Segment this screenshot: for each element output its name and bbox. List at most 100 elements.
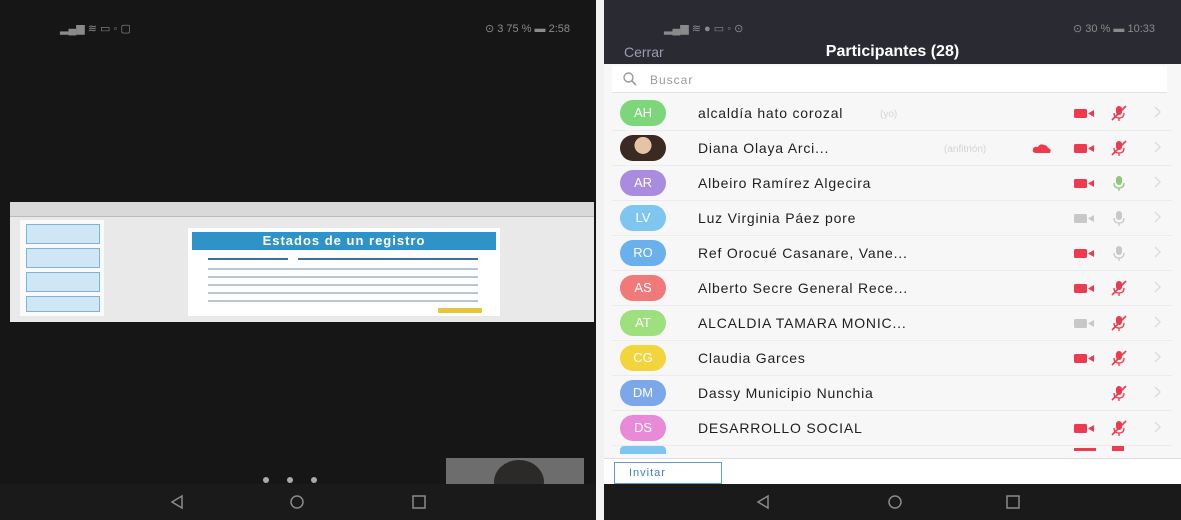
slide-thumbnail [26, 272, 100, 292]
back-icon[interactable] [754, 493, 772, 511]
participant-row[interactable]: RO Ref Orocué Casanare, Vane... [612, 235, 1172, 271]
participant-role-tag: (yo) [880, 109, 898, 120]
slide-table-row [208, 268, 478, 270]
participant-avatar: DM [620, 380, 666, 406]
search-input[interactable] [648, 69, 952, 91]
slide-table-row [208, 276, 478, 278]
participant-name: Alberto Secre General Rece... [698, 280, 908, 296]
signal-wifi-icons: ▂▄▆ ≋ ▭ ◦ ▢ [60, 23, 131, 35]
participant-row[interactable]: AH alcaldía hato corozal (yo) [612, 95, 1172, 131]
android-nav-bar [0, 484, 596, 520]
mic-muted-icon [1111, 385, 1127, 401]
status-bar: ▂▄▆ ≋ ▭ ◦ ▢ ⊙ 3 75 % ▬ 2:58 [0, 0, 596, 35]
participant-row[interactable]: LV Luz Virginia Páez pore [612, 200, 1172, 236]
slide-thumbnails [20, 220, 104, 316]
recents-icon[interactable] [410, 493, 428, 511]
participant-avatar: AR [620, 170, 666, 196]
chevron-right-icon[interactable] [1152, 210, 1162, 224]
status-battery-time: ⊙ 3 75 % ▬ 2:58 [484, 23, 570, 35]
participant-row[interactable]: AR Albeiro Ramírez Algecira [612, 165, 1172, 201]
slide-table-header [298, 258, 478, 260]
android-nav-bar [604, 484, 1181, 520]
video-off-icon [1074, 179, 1094, 188]
video-off-icon [1074, 249, 1094, 258]
video-off-icon [1074, 144, 1094, 153]
mic-muted-icon [1111, 350, 1127, 366]
participant-name: Dassy Municipio Nunchia [698, 385, 874, 401]
page-dot [287, 477, 293, 483]
participant-name: alcaldía hato corozal [698, 105, 844, 121]
participant-row[interactable]: AS Alberto Secre General Rece... [612, 270, 1172, 306]
participant-name: Claudia Garces [698, 350, 806, 366]
participant-row[interactable]: DM Dassy Municipio Nunchia [612, 375, 1172, 411]
home-icon[interactable] [288, 493, 306, 511]
participant-name: ALCALDIA TAMARA MONIC... [698, 315, 907, 331]
bottom-action-bar: Invitar [604, 458, 1181, 485]
participant-avatar: CG [620, 345, 666, 371]
slide-thumbnail [26, 224, 100, 244]
chevron-right-icon[interactable] [1152, 105, 1162, 119]
participant-photo [620, 135, 666, 161]
search-icon [623, 72, 637, 86]
participant-avatar: AH [620, 100, 666, 126]
chevron-right-icon[interactable] [1152, 175, 1162, 189]
slide-thumbnail [26, 296, 100, 312]
page-dot [263, 477, 269, 483]
signal-wifi-icons: ▂▄▆ ≋ ● ▭ ◦ ⊙ [664, 23, 744, 35]
participant-row[interactable]: CG Claudia Garces [612, 340, 1172, 376]
chevron-right-icon[interactable] [1152, 245, 1162, 259]
participant-avatar: DS [620, 415, 666, 441]
video-off-icon [1074, 424, 1094, 433]
status-bar: ▂▄▆ ≋ ● ▭ ◦ ⊙ ⊙ 30 % ▬ 10:33 [604, 0, 1181, 35]
participant-name: Diana Olaya Arci... [698, 140, 830, 156]
video-on-icon [1074, 214, 1094, 223]
chevron-right-icon[interactable] [1152, 140, 1162, 154]
home-icon[interactable] [886, 493, 904, 511]
participant-name: DESARROLLO SOCIAL [698, 420, 863, 436]
participant-row[interactable]: AT ALCALDIA TAMARA MONIC... [612, 305, 1172, 341]
page-dot [311, 477, 317, 483]
cloud-record-icon [1032, 144, 1051, 153]
meeting-view: ▂▄▆ ≋ ▭ ◦ ▢ ⊙ 3 75 % ▬ 2:58 Estados de u… [0, 0, 596, 520]
chevron-right-icon[interactable] [1152, 350, 1162, 364]
mic-muted-icon [1111, 140, 1127, 156]
participant-avatar: AT [620, 310, 666, 336]
mic-muted-icon [1111, 105, 1127, 121]
participant-row[interactable]: Diana Olaya Arci... (anfitrión) [612, 130, 1172, 166]
chevron-right-icon[interactable] [1152, 315, 1162, 329]
video-on-icon [1074, 319, 1094, 328]
slide-table-header [208, 258, 288, 260]
slide-logo [438, 308, 482, 313]
shared-screen[interactable]: Estados de un registro [10, 202, 594, 322]
participants-header: ▂▄▆ ≋ ● ▭ ◦ ⊙ ⊙ 30 % ▬ 10:33 Cerrar Part… [604, 0, 1181, 64]
mic-muted-icon [1111, 280, 1127, 296]
participant-role-tag: (anfitrión) [944, 144, 987, 155]
slide-title: Estados de un registro [192, 232, 496, 250]
participants-screen: ▂▄▆ ≋ ● ▭ ◦ ⊙ ⊙ 30 % ▬ 10:33 Cerrar Part… [604, 0, 1181, 520]
slide-table-row [208, 300, 478, 302]
participant-avatar: LV [620, 205, 666, 231]
status-battery-time: ⊙ 30 % ▬ 10:33 [1073, 23, 1155, 35]
mic-on-icon [1113, 211, 1125, 226]
video-off-icon [1074, 109, 1094, 118]
slide-table-row [208, 284, 478, 286]
video-off-icon [1074, 354, 1094, 363]
participant-name: Ref Orocué Casanare, Vane... [698, 245, 908, 261]
participant-avatar: RO [620, 240, 666, 266]
partial-list-item [612, 444, 1172, 454]
participant-row[interactable]: DS DESARROLLO SOCIAL [612, 410, 1172, 446]
search-bar[interactable] [612, 66, 1167, 93]
invite-button[interactable]: Invitar [614, 462, 722, 484]
page-title: Participantes (28) [825, 43, 960, 60]
back-icon[interactable] [168, 493, 186, 511]
mic-muted-icon [1111, 420, 1127, 436]
mic-muted-icon [1111, 315, 1127, 331]
participant-name: Luz Virginia Páez pore [698, 210, 857, 226]
mic-on-icon [1113, 246, 1125, 261]
chevron-right-icon[interactable] [1152, 420, 1162, 434]
slide-thumbnail [26, 248, 100, 268]
chevron-right-icon[interactable] [1152, 385, 1162, 399]
chevron-right-icon[interactable] [1152, 280, 1162, 294]
recents-icon[interactable] [1004, 493, 1022, 511]
participant-name: Albeiro Ramírez Algecira [698, 175, 872, 191]
